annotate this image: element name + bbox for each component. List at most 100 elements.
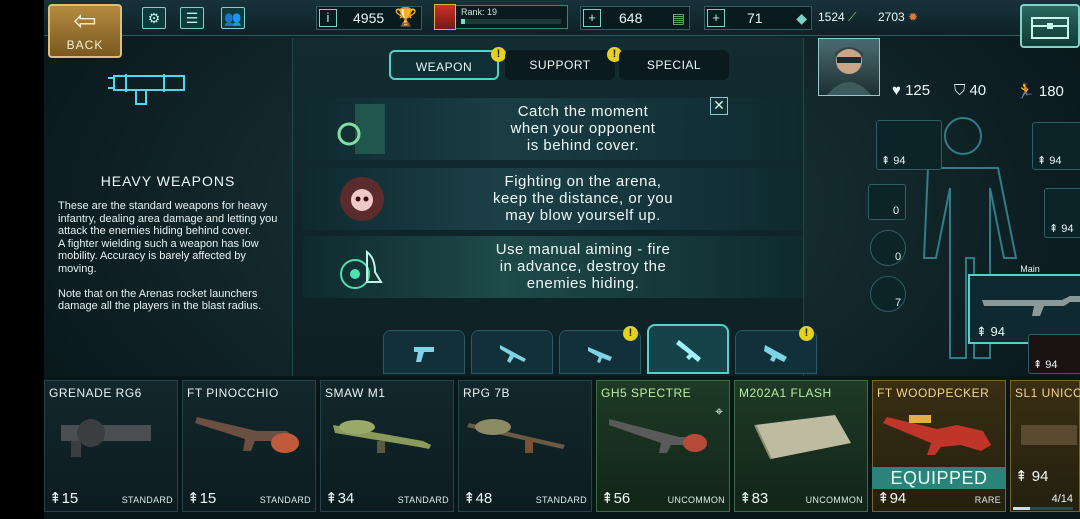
armor-stat: ⛉ 40 xyxy=(954,82,986,99)
grenade-slot[interactable]: 0 xyxy=(870,230,906,266)
back-label: BACK xyxy=(66,38,104,52)
page-progress-fill xyxy=(1013,507,1031,510)
main-weapon-level: ⇞ 94 xyxy=(976,324,1005,339)
weapon-level: ⇞48 xyxy=(463,490,493,507)
top-bar: ⚙ ☰ 👥 i 4955 🏆 Rank: 19 + 648 ▤ + 71 ◆ 1… xyxy=(44,0,1080,48)
money-icon: ▤ xyxy=(671,10,685,26)
tab-weapon-label: WEAPON xyxy=(415,60,473,74)
gloves-level: ⇞ 94 xyxy=(1049,223,1074,235)
weapon-name: FT WOODPECKER xyxy=(877,386,990,400)
rifle-alert-icon: ! xyxy=(623,326,638,341)
tab-special-label: SPECIAL xyxy=(646,58,702,72)
weapon-card[interactable]: RPG 7B ⇞48 STANDARD xyxy=(458,380,592,512)
tab-support-label: SUPPORT xyxy=(529,58,591,72)
crystal-icon: ◆ xyxy=(796,10,807,26)
rocket-launcher-icon xyxy=(333,420,431,453)
grenade-launcher-icon xyxy=(61,419,151,457)
weapon-card[interactable]: FT WOODPECKER EQUIPPED ⇞94 RARE xyxy=(872,380,1006,512)
category-info-panel: HEAVY WEAPONS These are the standard wea… xyxy=(44,38,292,372)
weapon-level: ⇞15 xyxy=(49,490,79,507)
page-progress-bar xyxy=(1013,507,1073,510)
weapon-rarity: STANDARD xyxy=(397,495,449,505)
gold-stat: + 71 ◆ xyxy=(704,6,812,30)
grenade-count: 0 xyxy=(895,251,902,263)
credits-value: 4955 xyxy=(353,10,385,26)
category-title: HEAVY WEAPONS xyxy=(100,173,236,189)
weapon-name: FT PINOCCHIO xyxy=(187,386,279,400)
weapon-level: ⇞34 xyxy=(325,490,355,507)
tab-launchers[interactable] xyxy=(647,324,729,374)
stim-count: 7 xyxy=(895,297,902,309)
back-button[interactable]: ⇦ BACK xyxy=(48,4,122,58)
weapon-carousel: GRENADE RG6 ⇞15 STANDARD FT PINOCCHIO ⇞1… xyxy=(44,376,1080,519)
speed-value: 180 xyxy=(1038,83,1064,100)
weapon-level: ⇞83 xyxy=(739,490,769,507)
medkit-count: 0 xyxy=(893,205,900,217)
multi-launcher-icon xyxy=(754,415,851,460)
armor-value: 40 xyxy=(969,82,987,99)
weapon-card[interactable]: GRENADE RG6 ⇞15 STANDARD xyxy=(44,380,178,512)
weapon-card[interactable]: GH5 SPECTRE ⌖ ⇞56 UNCOMMON xyxy=(596,380,730,512)
page-indicator: 4/14 xyxy=(1051,493,1073,505)
weapon-card[interactable]: M202A1 FLASH ⇞83 UNCOMMON xyxy=(734,380,868,512)
weapon-rarity: UNCOMMON xyxy=(805,495,863,505)
tab-pistols[interactable] xyxy=(383,330,465,374)
weapon-level: ⇞ 94 xyxy=(1015,468,1049,485)
helmet-slot[interactable]: ⇞ 94 xyxy=(1032,122,1080,170)
weapon-rarity: UNCOMMON xyxy=(667,495,725,505)
friends-icon[interactable]: 👥 xyxy=(221,7,245,29)
add-cash-button[interactable]: + xyxy=(583,9,601,27)
tip-row: Catch the moment when your opponent is b… xyxy=(303,98,803,160)
tab-shotguns[interactable] xyxy=(471,330,553,374)
gold-value: 71 xyxy=(747,10,763,26)
weapon-card[interactable]: SMAW M1 ⇞34 STANDARD xyxy=(320,380,454,512)
rank-progress-fill xyxy=(461,19,465,24)
journal-icon[interactable]: ☰ xyxy=(180,7,204,29)
close-tips-button[interactable]: ✕ xyxy=(710,97,728,115)
heart-icon: ♥ xyxy=(892,82,901,99)
cash-stat: + 648 ▤ xyxy=(580,6,690,30)
health-value: 125 xyxy=(905,82,931,99)
medkit-slot[interactable]: 0 xyxy=(868,184,906,220)
cash-value: 648 xyxy=(619,10,643,26)
health-stat: ♥ 125 xyxy=(892,82,930,99)
weapon-name: GRENADE RG6 xyxy=(49,386,142,400)
rifle-icon xyxy=(588,347,612,363)
main-weapon-label: Main xyxy=(1020,264,1040,274)
weapon-card[interactable]: SL1 UNICOR ⇞ 94 4/14 xyxy=(1010,380,1080,512)
credits-stat: i 4955 🏆 xyxy=(316,6,422,30)
speed-stat: 🏃 180 xyxy=(1016,82,1064,100)
running-man-icon: 🏃 xyxy=(1016,83,1035,100)
back-arrow-icon: ⇦ xyxy=(73,5,97,36)
weapon-card[interactable]: FT PINOCCHIO ⇞15 STANDARD xyxy=(182,380,316,512)
tab-weapon[interactable]: WEAPON xyxy=(389,50,499,80)
weapon-name: SMAW M1 xyxy=(325,386,386,400)
settings-gear-icon[interactable]: ⚙ xyxy=(142,7,166,29)
weapon-level: ⇞56 xyxy=(601,490,631,507)
secondary-weapon-level: ⇞ 94 xyxy=(1033,359,1058,371)
pistol-icon xyxy=(414,347,434,362)
resource-b-value: 2703 xyxy=(878,10,905,24)
stim-slot[interactable]: 7 xyxy=(870,276,906,312)
tab-support[interactable]: SUPPORT xyxy=(505,50,615,80)
tip-row: Use manual aiming - fire in advance, des… xyxy=(303,236,803,298)
tip-text: Catch the moment when your opponent is b… xyxy=(510,103,656,154)
weapon-name: GH5 SPECTRE xyxy=(601,386,692,400)
shotgun-icon xyxy=(500,345,526,363)
game-screen: ⚙ ☰ 👥 i 4955 🏆 Rank: 19 + 648 ▤ + 71 ◆ 1… xyxy=(44,0,1080,519)
tab-special[interactable]: SPECIAL xyxy=(619,50,729,80)
loadout-panel: ♥ 125 ⛉ 40 🏃 180 ⇞ 94 ⇞ 94 0 ⇞ 94 0 7 Ma… xyxy=(808,38,1080,376)
rpg-icon xyxy=(467,419,565,453)
cover-wall-icon xyxy=(337,104,385,154)
weapon-alert-icon: ! xyxy=(491,47,506,62)
gloves-slot[interactable]: ⇞ 94 xyxy=(1044,188,1080,238)
avatar[interactable] xyxy=(818,38,880,96)
info-icon[interactable]: i xyxy=(319,9,337,27)
secondary-weapon-slot[interactable]: ⇞ 94 xyxy=(1028,334,1080,374)
helmet-level: ⇞ 94 xyxy=(1037,155,1062,167)
add-gold-button[interactable]: + xyxy=(707,9,725,27)
drone-slot[interactable]: ⇞ 94 xyxy=(876,120,942,170)
flamethrower-icon xyxy=(609,419,707,453)
tip-text: Use manual aiming - fire in advance, des… xyxy=(495,241,671,292)
weapon-name: M202A1 FLASH xyxy=(739,386,832,400)
